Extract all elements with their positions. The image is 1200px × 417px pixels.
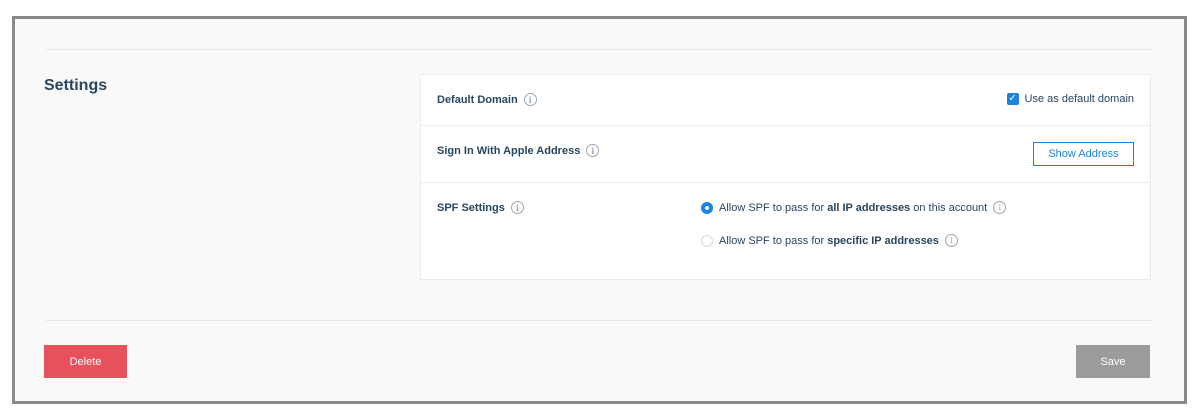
spf-option-all-ips[interactable]: Allow SPF to pass for all IP addresses o… <box>701 201 1007 214</box>
default-domain-label-group: Default Domain i <box>437 93 537 106</box>
settings-frame: Settings Default Domain i ✓ Use as defau… <box>12 16 1187 404</box>
radio-selected-icon[interactable] <box>701 201 713 214</box>
apple-address-label: Sign In With Apple Address <box>437 144 581 157</box>
apple-address-label-group: Sign In With Apple Address i <box>437 144 600 157</box>
settings-panel: Default Domain i ✓ Use as default domain… <box>420 74 1151 280</box>
info-icon[interactable]: i <box>523 93 537 106</box>
info-icon[interactable]: i <box>993 201 1007 214</box>
spf-settings-label: SPF Settings <box>437 201 505 214</box>
bottom-divider <box>46 320 1152 321</box>
delete-button[interactable]: Delete <box>44 345 127 378</box>
default-domain-label: Default Domain <box>437 93 518 106</box>
spf-settings-label-group: SPF Settings i <box>437 201 524 214</box>
info-icon[interactable]: i <box>944 234 958 247</box>
section-title: Settings <box>44 77 108 94</box>
info-icon[interactable]: i <box>510 201 524 214</box>
save-button[interactable]: Save <box>1076 345 1150 378</box>
info-icon[interactable]: i <box>586 144 600 157</box>
spf-option-all-ips-label[interactable]: Allow SPF to pass for all IP addresses o… <box>719 202 987 214</box>
checkbox-checked-icon[interactable]: ✓ <box>1006 93 1019 105</box>
default-domain-checkbox-group[interactable]: ✓ Use as default domain <box>1006 93 1134 105</box>
top-divider <box>46 49 1152 50</box>
radio-unselected-icon[interactable] <box>701 234 713 247</box>
spf-option-specific-ips-label[interactable]: Allow SPF to pass for specific IP addres… <box>719 235 939 247</box>
apple-address-row: Sign In With Apple Address i Show Addres… <box>421 126 1150 183</box>
default-domain-checkbox-label[interactable]: Use as default domain <box>1025 93 1134 105</box>
show-address-button[interactable]: Show Address <box>1033 142 1134 166</box>
default-domain-row: Default Domain i ✓ Use as default domain <box>421 75 1150 126</box>
spf-settings-row: SPF Settings i Allow SPF to pass for all… <box>421 183 1150 280</box>
spf-option-specific-ips[interactable]: Allow SPF to pass for specific IP addres… <box>701 234 958 247</box>
